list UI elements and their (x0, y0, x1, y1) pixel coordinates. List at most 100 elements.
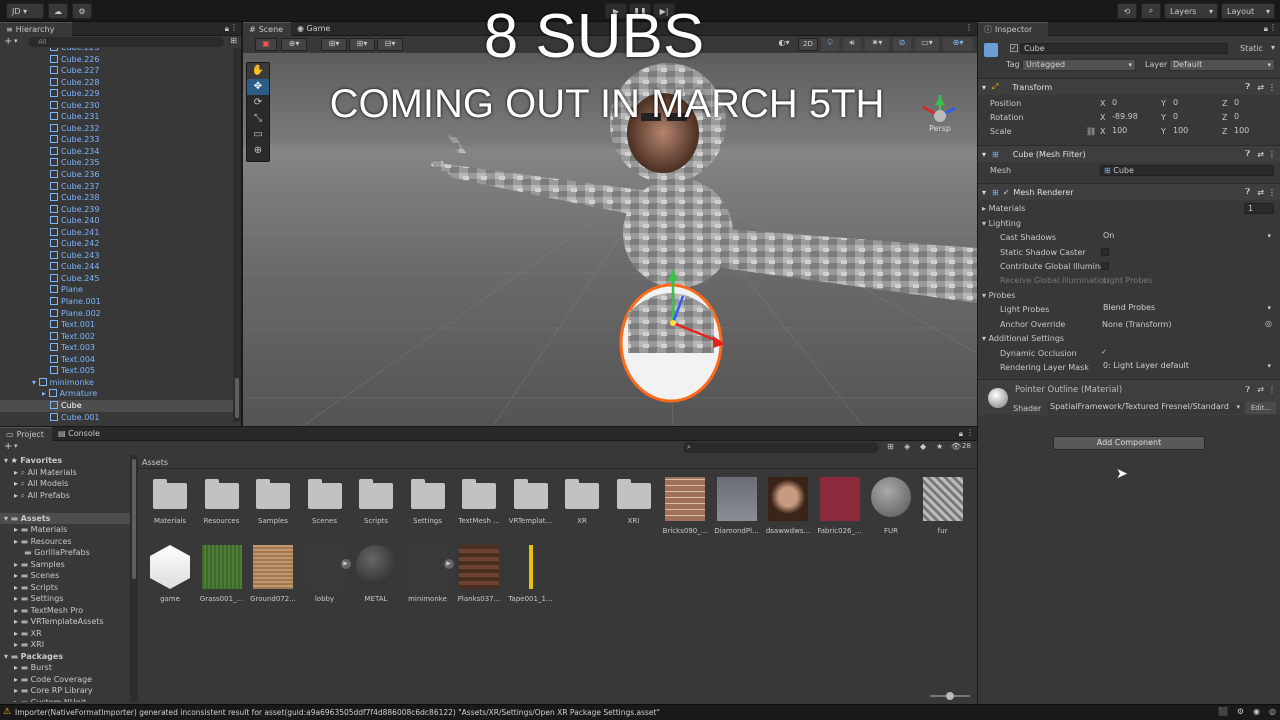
project-search-input[interactable]: ⌕ (683, 442, 879, 453)
asset-item[interactable]: Settings (404, 477, 452, 525)
project-tree-item[interactable]: ▸ ▬ Burst (0, 662, 130, 674)
transform-rot-z-field[interactable]: 0 (1231, 112, 1279, 123)
hierarchy-item[interactable]: Cube.241 (0, 227, 233, 239)
project-tree-item[interactable]: ▸ ⌕ All Materials (0, 467, 130, 479)
project-tree-item[interactable]: ▸ ▬ TextMesh Pro (0, 605, 130, 617)
hierarchy-item[interactable]: Cube.238 (0, 192, 233, 204)
expand-prefab-icon[interactable]: ▶ (340, 559, 351, 569)
hierarchy-item[interactable]: Cube.244 (0, 261, 233, 273)
hierarchy-item[interactable]: ▸ Armature (0, 388, 233, 400)
settings-icon[interactable]: ⇄ (1257, 188, 1264, 197)
zoom-slider[interactable] (930, 692, 970, 700)
project-tree-item[interactable]: ▸ ▬ Code Coverage (0, 674, 130, 686)
kebab-icon[interactable]: ⋮ (1269, 23, 1277, 32)
transform-rot-x-field[interactable]: -89.98 (1109, 112, 1157, 123)
settings-icon[interactable]: ⇄ (1257, 385, 1264, 394)
hierarchy-item[interactable]: Cube.001 (0, 412, 233, 423)
asset-item[interactable]: Resources (198, 477, 246, 525)
asset-item[interactable]: XR (558, 477, 606, 525)
add-component-button[interactable]: Add Component (1053, 436, 1205, 450)
project-tree-item[interactable]: ▸ ▬ XRI (0, 639, 130, 651)
cache-icon[interactable]: ◎ (1269, 707, 1276, 716)
anchor-override-value[interactable]: None (Transform) (1102, 320, 1171, 329)
transform-tool-icon[interactable]: ⊕ (247, 143, 269, 159)
link-icon[interactable]: ⛓ (1086, 127, 1096, 136)
project-tree-item[interactable]: ▾ ★ Favorites (0, 455, 130, 467)
transform-scl-x-field[interactable]: 100 (1109, 126, 1157, 137)
expand-prefab-icon[interactable]: ▶ (443, 559, 454, 569)
project-tree-scrollbar[interactable] (130, 455, 138, 702)
project-tree-item[interactable]: ▸ ▬ XR (0, 628, 130, 640)
asset-item[interactable]: FUR (867, 477, 915, 535)
hierarchy-item[interactable]: Cube.237 (0, 181, 233, 193)
edit-shader-button[interactable]: Edit... (1246, 402, 1276, 414)
hierarchy-item[interactable]: Text.003 (0, 342, 233, 354)
asset-item[interactable]: XRI (610, 477, 658, 525)
transform-pos-y-field[interactable]: 0 (1170, 98, 1218, 109)
asset-item[interactable]: dsawwdws... (764, 477, 812, 535)
tab-project[interactable]: ▭ Project (0, 427, 52, 441)
hierarchy-item[interactable]: Cube.236 (0, 169, 233, 181)
project-tree-item[interactable]: ▸ ⌕ All Models (0, 478, 130, 490)
plus-icon[interactable]: + (4, 441, 12, 452)
kebab-icon[interactable]: ⋮ (1268, 83, 1276, 92)
transform-pos-x-field[interactable]: 0 (1109, 98, 1157, 109)
hierarchy-item[interactable]: Plane.002 (0, 308, 233, 320)
shader-dropdown[interactable]: SpatialFramework/Textured Fresnel/Standa… (1047, 402, 1243, 414)
asset-item[interactable]: fur (919, 477, 967, 535)
help-icon[interactable]: ❓︎ (1245, 187, 1250, 197)
hierarchy-item[interactable]: Plane (0, 284, 233, 296)
hierarchy-item[interactable]: Cube.234 (0, 146, 233, 158)
project-tree-item[interactable]: ▬ GorillaPrefabs (0, 547, 130, 559)
layout-dropdown[interactable]: Layout ▾ (1221, 3, 1275, 19)
project-tree-item[interactable]: ▸ ▬ Materials (0, 524, 130, 536)
hierarchy-item[interactable]: ▾ minimonke (0, 377, 233, 389)
breadcrumb-assets[interactable]: Assets (142, 458, 168, 467)
transform-scl-y-field[interactable]: 100 (1170, 126, 1218, 137)
filter-label-icon[interactable]: ◈ (904, 442, 910, 451)
asset-item[interactable]: lobby (301, 545, 349, 603)
rendering-layer-dropdown[interactable]: 0: Light Layer default (1100, 361, 1274, 373)
project-tree-item[interactable]: ▸ ▬ Custom NUnit (0, 697, 130, 703)
asset-item[interactable]: Scripts (352, 477, 400, 525)
asset-item[interactable]: Fabric026_... (816, 477, 864, 535)
transform-rot-y-field[interactable]: 0 (1170, 112, 1218, 123)
help-icon[interactable]: ❓︎ (1245, 82, 1250, 92)
help-icon[interactable]: ❓︎ (1245, 149, 1250, 159)
filter-tag-icon[interactable]: ◆ (920, 442, 926, 451)
kebab-icon[interactable]: ⋮ (1268, 150, 1276, 159)
project-tree-item[interactable]: ▸ ▬ Scenes (0, 570, 130, 582)
light-probes-dropdown[interactable]: Blend Probes (1100, 303, 1274, 315)
additional-settings-foldout[interactable]: ▾ Additional Settings (982, 334, 1064, 343)
asset-item[interactable]: Bricks090_... (661, 477, 709, 535)
tab-console[interactable]: ▤ Console (58, 429, 100, 438)
bug-icon[interactable]: ⚙ (1237, 707, 1244, 716)
kebab-icon[interactable]: ⋮ (1268, 188, 1276, 197)
project-tree-item[interactable]: ▾ ▬ Packages (0, 651, 130, 663)
kebab-icon[interactable]: ⋮ (1268, 385, 1276, 394)
kebab-icon[interactable]: ⋮ (966, 428, 974, 437)
asset-item[interactable]: Materials (146, 477, 194, 525)
project-tree-item[interactable]: ▸ ▬ Resources (0, 536, 130, 548)
asset-item[interactable]: DiamondPl... (713, 477, 761, 535)
static-dropdown[interactable]: ▾ (1271, 43, 1275, 52)
object-picker-icon[interactable]: ◎ (1265, 319, 1272, 328)
cast-shadows-dropdown[interactable]: On (1100, 231, 1274, 243)
mesh-renderer-header[interactable]: ▾ ⊞ ✓ Mesh Renderer ❓︎ ⇄ ⋮ (978, 183, 1280, 200)
transform-pos-z-field[interactable]: 0 (1231, 98, 1279, 109)
asset-item[interactable]: TextMesh ... (455, 477, 503, 525)
rect-tool-icon[interactable]: ▭ (247, 127, 269, 143)
hierarchy-item[interactable]: Cube.239 (0, 204, 233, 216)
tag-dropdown[interactable]: Untagged (1022, 59, 1136, 71)
settings-icon[interactable]: ⇄ (1257, 83, 1264, 92)
project-tree-item[interactable]: ▾ ▬ Assets (0, 512, 130, 524)
eye-icon[interactable]: ◉ (1253, 707, 1260, 716)
asset-item[interactable]: Samples (249, 477, 297, 525)
project-tree-item[interactable]: ▸ ▬ Settings (0, 593, 130, 605)
hierarchy-item[interactable]: Text.005 (0, 365, 233, 377)
asset-item[interactable]: Planks037... (455, 545, 503, 603)
status-message[interactable]: Importer(NativeFormatImporter) generated… (15, 708, 660, 717)
hierarchy-item[interactable]: Text.004 (0, 354, 233, 366)
hierarchy-item[interactable]: Cube.233 (0, 134, 233, 146)
project-tree-item[interactable]: ▸ ▬ Scripts (0, 582, 130, 594)
